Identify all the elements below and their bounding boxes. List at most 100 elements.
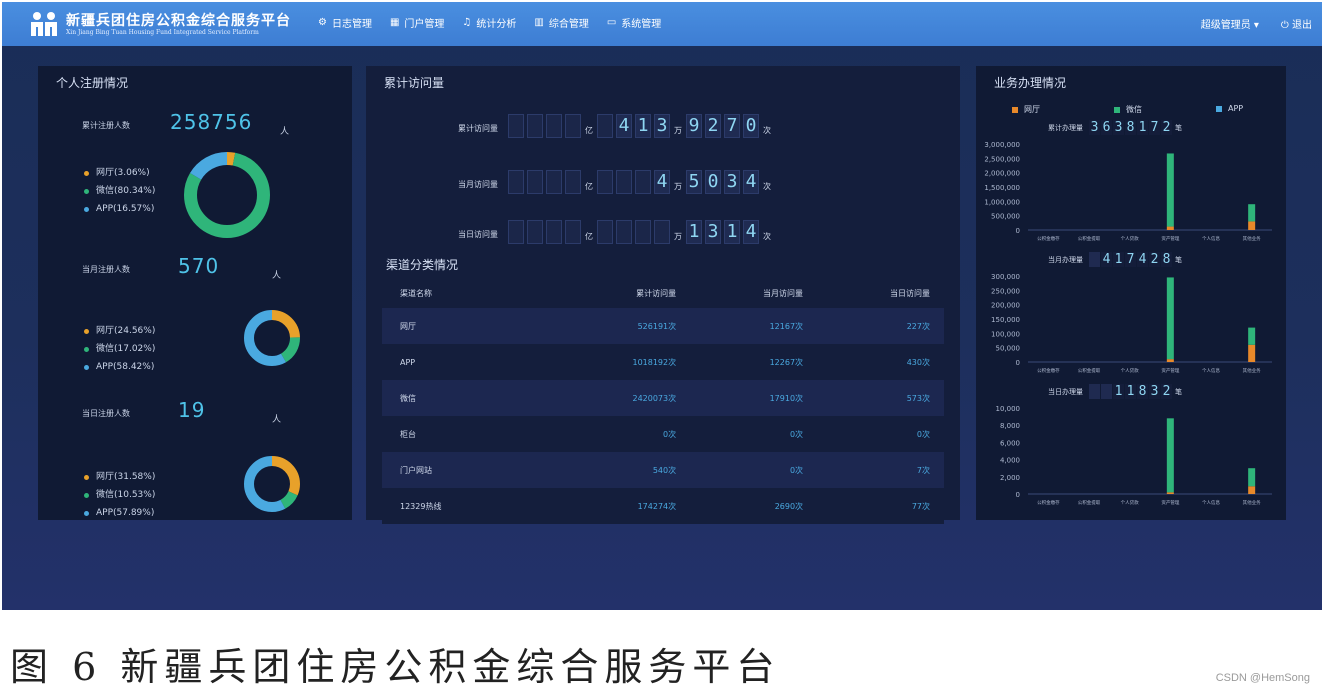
business-counter-digit: 1 [1113,252,1124,267]
x-tick-label: 资产管理 [1161,235,1179,242]
table-cell: 0次 [817,416,944,452]
table-header: 渠道名称 [400,288,432,298]
counter-digits-1: 亿4万5034次 [508,170,775,194]
registration-panel-title: 个人注册情况 [56,76,129,90]
top-header: 新疆兵团住房公积金综合服务平台 Xin Jiang Bing Tuan Hous… [2,2,1322,46]
user-menu-button[interactable]: 超级管理员 ▾ [1201,16,1259,31]
table-cell: 12267次 [690,344,818,380]
business-counter-digit: 4 [1101,252,1112,267]
legend-row: 微信(80.34%) [84,182,155,200]
counter-digit [508,170,524,194]
x-tick-label: 个人贷款 [1121,235,1139,242]
x-tick-label: 其他业务 [1243,499,1261,506]
donut-chart-1 [244,310,300,366]
counter-digit [527,220,543,244]
business-counter-digit: 3 [1149,384,1160,399]
nav-item-label: 日志管理 [331,19,372,30]
x-tick-label: 其他业务 [1243,235,1261,242]
nav-item-2[interactable]: ♫ 统计分析 [462,15,516,30]
visits-panel: 累计访问量 累计访问量亿 4 1 3 万 9 2 7 0 次当月访问量亿 4 万 5 0 3 4 次当日访问量亿… [366,66,960,524]
stat-unit-0: 人 [280,127,290,137]
counter-digit: 0 [743,114,759,138]
table-cell: 柜台 [382,416,555,452]
business-counter-unit: 笔 [1175,387,1182,396]
bar-segment-wangting [1248,486,1256,494]
business-counter-digit: 7 [1149,120,1160,135]
business-counter-label: 当月办理量 [1048,255,1083,264]
business-counter-2: 当日办理量 1 1 8 3 2 笔 [1048,384,1182,399]
legend-row: 微信(17.02%) [84,340,155,358]
x-tick-label: 公积金缴存 [1037,367,1060,374]
legend-row: 网厅(31.58%) [84,468,155,486]
bar-segment-weixin [1248,468,1256,487]
counter-label-2: 当日访问量 [458,230,498,239]
counter-digit: 4 [743,170,759,194]
table-cell: 174274次 [554,488,691,524]
legend-row: 微信(10.53%) [84,486,155,504]
stat-label-0: 累计注册人数 [82,121,130,130]
y-tick-label: 2,500,000 [984,155,1020,163]
business-bar-chart-2: 10,000 8,000 6,000 4,000 2,000 0 公积金缴存 公积金提取 个人贷… [996,405,1272,506]
x-tick-label: 其他业务 [1243,367,1261,374]
counter-digit: 2 [705,114,721,138]
business-panel: 业务办理情况 网厅 微信 APP 累计办理量 3 6 3 8 1 7 2 笔 3,000,000 2,5… [976,66,1286,520]
business-bar-chart-1: 300,000 250,000 200,000 150,000 100,000 50,00… [991,273,1272,374]
table-cell: 540次 [554,452,691,488]
y-tick-label: 0 [1016,227,1020,235]
nav-item-label: 综合管理 [548,19,589,30]
counter-digit: 1 [686,220,702,244]
legend-dot [84,510,89,516]
legend-text: 微信(17.02%) [96,344,156,354]
y-tick-label: 6,000 [1000,439,1020,447]
legend-dot [84,206,89,212]
y-tick-label: 10,000 [996,405,1021,413]
app-subtitle: Xin Jiang Bing Tuan Housing Fund Integra… [66,29,259,36]
legend-swatch [1216,105,1222,112]
x-tick-label: 个人贷款 [1121,499,1139,506]
nav-item-3[interactable]: ▥ 综合管理 [534,15,588,30]
table-cell: 12329热线 [382,488,555,524]
table-cell: 573次 [817,380,944,416]
y-tick-label: 2,000,000 [984,170,1020,178]
legend-row: 网厅(24.56%) [84,322,155,340]
y-tick-label: 300,000 [991,273,1020,281]
legend-text: 微信(80.34%) [96,186,156,196]
y-tick-label: 500,000 [991,213,1020,221]
counter-unit: 万 [674,182,682,191]
counter-unit: 次 [763,126,771,135]
counter-unit: 亿 [585,232,593,241]
counter-digit: 5 [686,170,702,194]
bar-segment-weixin [1166,277,1174,360]
logout-button[interactable]: ⏻ 退出 [1281,16,1312,31]
legend-text: APP(58.42%) [96,362,155,372]
table-cell: 77次 [817,488,944,524]
x-tick-label: 个人信息 [1202,367,1220,374]
donut-legend-2: 网厅(31.58%) 微信(10.53%) APP(57.89%) [84,468,155,522]
table-header: 累计访问量 [636,288,677,298]
counter-digit: 0 [705,170,721,194]
legend-row: APP(16.57%) [84,200,155,218]
table-row: 门户网站 540次 0次 7次 [382,452,944,488]
business-counter-digit: 2 [1161,120,1172,135]
bar-segment-wangting [1166,492,1174,494]
legend-dot [84,188,89,194]
x-tick-label: 资产管理 [1161,499,1179,506]
stat-unit-2: 人 [272,415,282,425]
counter-label-0: 累计访问量 [458,124,498,133]
nav-item-0[interactable]: ⚙ 日志管理 [318,15,372,30]
table-cell: 17910次 [690,380,818,416]
business-counter-digit: 1 [1113,384,1124,399]
nav-item-1[interactable]: ▦ 门户管理 [390,15,444,30]
counter-unit: 次 [763,232,771,241]
counter-label-1: 当月访问量 [458,180,498,189]
bar-segment-wangting [1166,226,1174,230]
business-counter-digit: 6 [1101,120,1112,135]
nav-item-4[interactable]: ▭ 系统管理 [607,15,661,30]
gear-icon: ⚙ [318,16,327,28]
table-cell: 0次 [690,452,818,488]
business-counter-1: 当月办理量 4 1 7 4 2 8 笔 [1048,252,1182,267]
logo-icon [31,12,57,36]
business-counter-digit [1089,252,1100,267]
chart-legend-item: APP [1216,104,1243,113]
y-tick-label: 8,000 [1000,422,1020,430]
